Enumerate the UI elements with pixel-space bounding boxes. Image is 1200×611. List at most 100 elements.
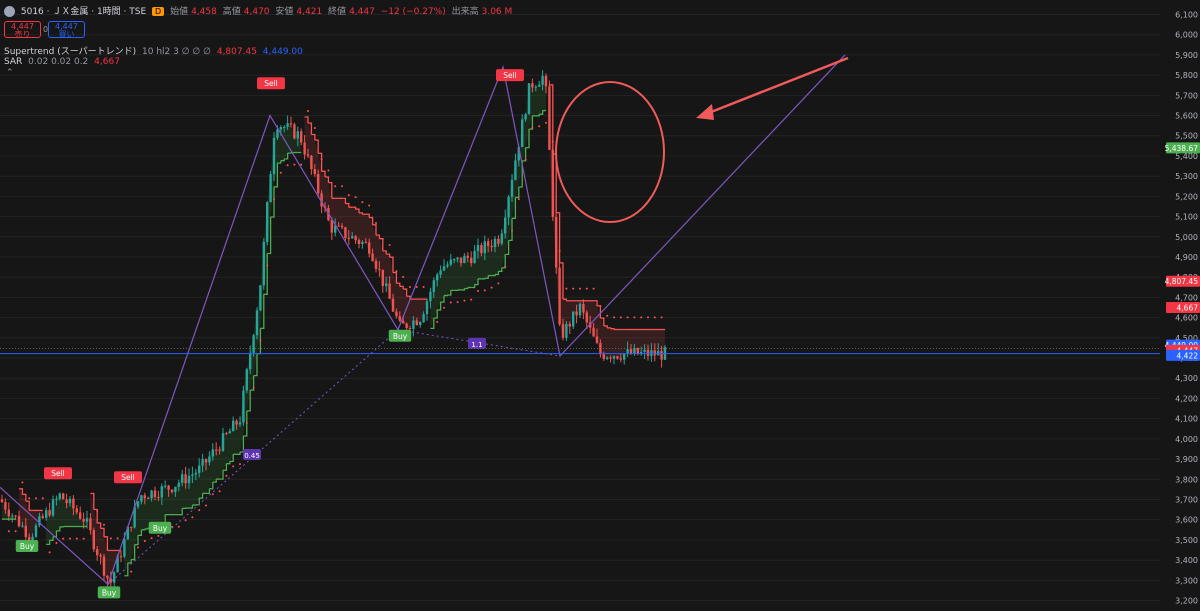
candle-body	[123, 539, 126, 557]
sar-dot	[293, 163, 296, 166]
price-axis[interactable]: 3,200 3,300 3,400 3,500 3,600 3,700 3,800 3,900…	[1165, 11, 1200, 606]
annotations[interactable]	[555, 56, 849, 223]
annotation-arrow[interactable]	[705, 56, 849, 116]
sar-dot	[334, 185, 337, 188]
indicator-supertrend-legend[interactable]: Supertrend (スーパートレンド) 10 hl2 3 ∅ ∅ ∅ 4,8…	[4, 44, 306, 57]
sar-dot	[198, 509, 201, 512]
supertrend-name: Supertrend (スーパートレンド)	[4, 47, 137, 57]
sell-order-button[interactable]: 4,447 売り	[4, 21, 41, 39]
sar-dot	[48, 551, 51, 554]
sar-dot	[443, 306, 445, 309]
sar-dot	[497, 282, 500, 285]
candle-body	[208, 456, 211, 463]
candle-body	[4, 502, 7, 510]
candle-body	[187, 475, 191, 484]
sar-dot	[225, 474, 228, 477]
sar-dot	[205, 504, 207, 507]
y-tick-label: 5,700	[1175, 91, 1198, 100]
y-tick-label: 4,900	[1175, 253, 1198, 262]
candle-body	[504, 217, 507, 234]
y-tick-label: 4,600	[1175, 314, 1198, 323]
candle-body	[429, 291, 432, 302]
candle-body	[181, 474, 184, 483]
sar-dot	[531, 126, 534, 129]
sar-dot	[470, 298, 473, 301]
candle-body	[422, 313, 425, 323]
sar-dot	[504, 265, 507, 268]
close-label: 終値	[328, 7, 347, 17]
supertrend-band	[352, 207, 356, 241]
y-tick-label: 3,600	[1175, 516, 1198, 525]
candle-body	[68, 498, 72, 504]
fib-ratio-label: 0.45	[244, 452, 260, 460]
sar-dot	[422, 285, 425, 288]
sar-dot	[279, 171, 282, 174]
candle-body	[555, 216, 558, 268]
candle-body	[194, 472, 197, 475]
buy-order-button[interactable]: 4,447 買い	[48, 21, 85, 39]
symbol-title[interactable]: 5016 · ＪＸ金属 · 1時間 · TSE	[21, 7, 146, 17]
sar-dot	[653, 316, 656, 319]
sar-dot	[69, 537, 71, 540]
sar-dot	[368, 204, 371, 207]
sar-dot	[477, 289, 479, 292]
candle-body	[544, 75, 548, 87]
y-tick-label: 5,200	[1175, 192, 1198, 201]
sar-dot	[191, 516, 194, 519]
candle-body	[446, 264, 449, 267]
sar-dot	[660, 316, 663, 319]
sar-dot	[647, 316, 649, 319]
buy-label: 買い	[58, 30, 75, 39]
sar-dot	[572, 287, 575, 290]
candle-body	[405, 323, 408, 328]
candle-body	[58, 493, 61, 499]
highlight-ellipse[interactable]	[555, 81, 665, 223]
candle-body	[164, 485, 167, 487]
sar-dot	[517, 198, 520, 201]
candle-body	[531, 83, 534, 88]
candle-body	[147, 497, 150, 499]
candle-body	[160, 486, 163, 498]
price-line[interactable]	[0, 348, 1160, 355]
supertrend-params: 10 hl2 3 ∅ ∅ ∅	[142, 47, 211, 57]
sar-dot	[354, 196, 357, 199]
price-chart[interactable]: 0.45 1.1 Buy Sell Buy Sell Buy Sell Buy Sell 3,2…	[0, 0, 1200, 611]
candle-body	[48, 510, 51, 516]
candle-body	[568, 323, 571, 327]
sar-dot	[137, 546, 139, 549]
candle-body	[140, 495, 143, 502]
candle-body	[558, 267, 561, 325]
close-value: 4,447	[349, 7, 375, 17]
candle-body	[660, 351, 663, 360]
candle-body	[368, 242, 371, 254]
candle-body	[361, 242, 364, 245]
candle-body	[201, 458, 204, 466]
zigzag-dotted-line[interactable]	[107, 329, 561, 585]
supertrend-band	[348, 207, 353, 239]
candle-body	[306, 154, 310, 156]
candle-body	[514, 160, 517, 180]
candle-body	[31, 536, 34, 541]
candle-body	[449, 259, 452, 265]
supertrend-band	[617, 329, 621, 360]
supertrend-band	[535, 84, 540, 116]
timeframe-badge[interactable]: D	[152, 7, 165, 16]
supertrend-band	[362, 214, 366, 243]
indicator-sar-legend[interactable]: SAR 0.02 0.02 0.2 4,667	[4, 57, 123, 67]
candle-body	[623, 353, 626, 360]
sar-dot	[252, 386, 255, 389]
collapse-legend-icon[interactable]: ⌃	[6, 68, 14, 78]
y-tick-label: 5,900	[1175, 51, 1198, 60]
candle-body	[575, 311, 578, 316]
candle-body	[293, 124, 296, 139]
y-tick-label: 4,300	[1175, 374, 1198, 383]
candle-body	[487, 241, 490, 246]
sar-dot	[538, 125, 541, 128]
candle-body	[228, 431, 231, 434]
supertrend-band	[144, 497, 149, 529]
sar-dot	[409, 285, 411, 288]
supertrend-band	[236, 422, 240, 455]
candle-body	[347, 238, 350, 240]
sar-dot	[415, 285, 418, 288]
sar-dot	[558, 249, 561, 252]
